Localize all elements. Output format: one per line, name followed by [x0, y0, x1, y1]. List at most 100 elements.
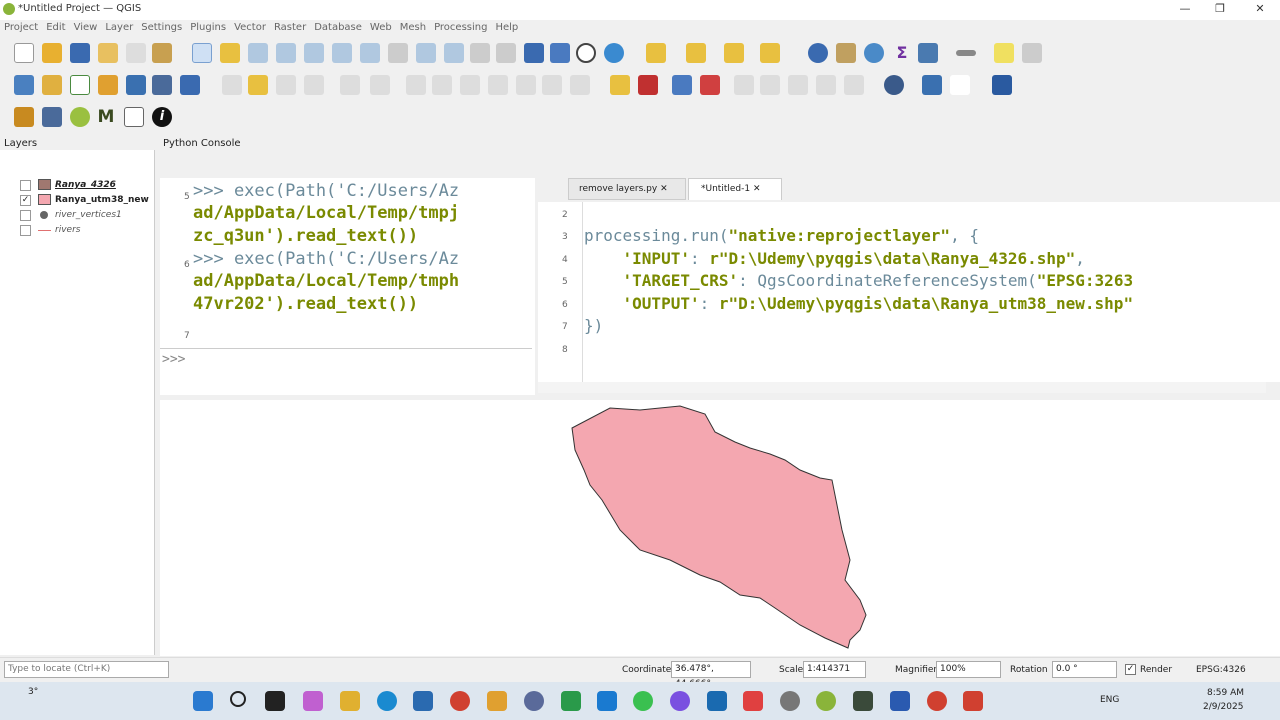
layer-diagram-icon[interactable] — [638, 75, 658, 95]
attribute-table-icon[interactable] — [836, 43, 856, 63]
scale-field[interactable]: 1:414371 — [803, 661, 866, 678]
word-icon[interactable] — [890, 691, 910, 711]
app-dark-icon[interactable] — [853, 691, 873, 711]
menu-processing[interactable]: Processing — [430, 20, 491, 36]
statistics-sigma-icon[interactable]: Σ — [892, 43, 912, 63]
chrome-icon[interactable] — [450, 691, 470, 711]
add-wms-icon[interactable] — [180, 75, 200, 95]
layer-ranya-4326[interactable]: Ranya_4326 — [55, 178, 116, 192]
qgis-taskbar-icon[interactable] — [816, 691, 836, 711]
cut-features-icon[interactable] — [460, 75, 480, 95]
store-icon[interactable] — [413, 691, 433, 711]
render-checkbox[interactable]: ✓ — [1125, 664, 1136, 675]
edge-icon[interactable] — [377, 691, 397, 711]
magnifier-field[interactable]: 100% — [936, 661, 1001, 678]
save-edits-icon[interactable] — [276, 75, 296, 95]
zoom-next-icon[interactable] — [444, 43, 464, 63]
grid-plugin-icon[interactable] — [14, 107, 34, 127]
file-explorer-icon[interactable] — [340, 691, 360, 711]
rotation-field[interactable]: 0.0 ° — [1052, 661, 1117, 678]
plugin-globe-icon[interactable] — [884, 75, 904, 95]
print-layout-icon[interactable] — [98, 43, 118, 63]
menu-vector[interactable]: Vector — [230, 20, 270, 36]
select-location-icon[interactable] — [760, 43, 780, 63]
show-hide-labels-icon[interactable] — [700, 75, 720, 95]
refresh-icon[interactable] — [604, 43, 624, 63]
open-project-icon[interactable] — [42, 43, 62, 63]
folder-icon[interactable] — [487, 691, 507, 711]
vertices-plugin-icon[interactable] — [42, 107, 62, 127]
layer-checkbox-river-vertices1[interactable] — [20, 210, 31, 221]
add-vector-icon[interactable] — [126, 75, 146, 95]
pan-to-selection-icon[interactable] — [220, 43, 240, 63]
select-by-value-icon[interactable] — [686, 43, 706, 63]
copilot-icon[interactable] — [303, 691, 323, 711]
move-label-icon[interactable] — [734, 75, 754, 95]
layer-checkbox-ranya-4326[interactable] — [20, 180, 31, 191]
menu-web[interactable]: Web — [366, 20, 396, 36]
app-green-icon[interactable] — [561, 691, 581, 711]
label-properties-icon[interactable] — [816, 75, 836, 95]
bookmark-icon[interactable] — [524, 43, 544, 63]
app-red-2-icon[interactable] — [963, 691, 983, 711]
data-source-manager-icon[interactable] — [14, 75, 34, 95]
menu-view[interactable]: View — [70, 20, 102, 36]
menu-mesh[interactable]: Mesh — [396, 20, 430, 36]
digitize-icon[interactable] — [304, 75, 324, 95]
app-gray-icon[interactable] — [780, 691, 800, 711]
clock-date[interactable]: 2/9/2025 — [1203, 702, 1243, 712]
coordinate-field[interactable]: 36.478°, 44.666° — [671, 661, 751, 689]
undo-icon[interactable] — [542, 75, 562, 95]
m-plugin-icon[interactable]: M — [96, 107, 116, 127]
new-3d-view-icon[interactable] — [496, 43, 516, 63]
menu-plugins[interactable]: Plugins — [186, 20, 230, 36]
copy-features-icon[interactable] — [488, 75, 508, 95]
minimize-button[interactable]: — — [1170, 2, 1200, 18]
layer-rivers[interactable]: rivers — [55, 223, 80, 237]
whatsapp-icon[interactable] — [633, 691, 653, 711]
openeo-icon[interactable] — [950, 75, 970, 95]
app-red-icon[interactable] — [743, 691, 763, 711]
zoom-full-icon[interactable] — [304, 43, 324, 63]
add-raster-icon[interactable] — [152, 75, 172, 95]
search-icon[interactable] — [230, 691, 246, 707]
crs-button[interactable]: EPSG:4326 — [1196, 665, 1246, 675]
map-tips-icon[interactable] — [994, 43, 1014, 63]
leaf-plugin-icon[interactable] — [70, 107, 90, 127]
zoom-last-icon[interactable] — [416, 43, 436, 63]
save-project-icon[interactable] — [70, 43, 90, 63]
editor-scrollbar[interactable] — [538, 382, 1266, 393]
menu-edit[interactable]: Edit — [42, 20, 69, 36]
python-console-icon[interactable] — [922, 75, 942, 95]
layer-checkbox-ranya-utm38-new[interactable]: ✓ — [20, 195, 31, 206]
redo-icon[interactable] — [570, 75, 590, 95]
processing-toolbox-icon[interactable] — [864, 43, 884, 63]
style-manager-icon[interactable] — [152, 43, 172, 63]
add-polygon-icon[interactable] — [340, 75, 360, 95]
show-bookmarks-icon[interactable] — [550, 43, 570, 63]
zoom-native-icon[interactable] — [388, 43, 408, 63]
tab-remove-layers[interactable]: remove layers.py ✕ — [568, 178, 686, 200]
code-editor[interactable]: 2 3 4 5 6 7 8 processing.run("native:rep… — [538, 202, 1280, 382]
new-shapefile-icon[interactable] — [70, 75, 90, 95]
rotate-label-icon[interactable] — [760, 75, 780, 95]
delete-selected-icon[interactable] — [432, 75, 452, 95]
temporal-controller-icon[interactable] — [576, 43, 596, 63]
menu-layer[interactable]: Layer — [101, 20, 137, 36]
point-plugin-icon[interactable] — [124, 107, 144, 127]
layout-manager-icon[interactable] — [126, 43, 146, 63]
chrome-2-icon[interactable] — [927, 691, 947, 711]
close-button[interactable]: ✕ — [1245, 2, 1275, 18]
zoom-in-icon[interactable] — [248, 43, 268, 63]
messenger-icon[interactable] — [670, 691, 690, 711]
deselect-icon[interactable] — [724, 43, 744, 63]
pan-map-icon[interactable] — [192, 43, 212, 63]
layer-ranya-utm38-new[interactable]: Ranya_utm38_new — [55, 193, 149, 207]
clock-time[interactable]: 8:59 AM — [1207, 688, 1244, 698]
language-indicator[interactable]: ENG — [1100, 695, 1119, 705]
map-canvas[interactable] — [160, 400, 1280, 656]
select-features-icon[interactable] — [646, 43, 666, 63]
start-windows-icon[interactable] — [193, 691, 213, 711]
locator-icon[interactable] — [1022, 43, 1042, 63]
menu-raster[interactable]: Raster — [270, 20, 310, 36]
